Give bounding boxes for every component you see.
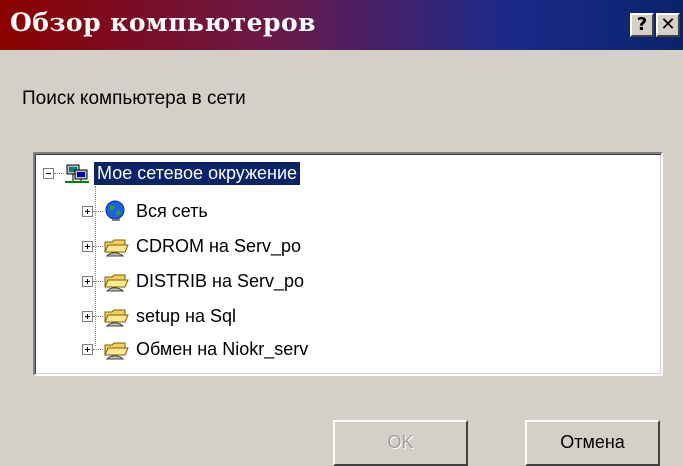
tree-item-label: DISTRIB на Serv_po [136,270,305,291]
tree-item-label: Обмен на Niokr_serv [136,338,309,359]
tree-item-label: Мое сетевое окружение [94,161,301,185]
window-title: Обзор компьютеров [10,8,317,37]
globe-icon [105,200,125,221]
tree-item-label: CDROM на Serv_po [136,235,301,256]
tree-connector [93,245,103,247]
shared-folder-icon [104,342,129,360]
expand-icon[interactable] [82,275,93,287]
collapse-icon[interactable] [43,167,54,179]
shared-folder-icon [104,274,129,292]
shared-folder-icon [104,309,129,327]
browse-computers-dialog: Обзор компьютеров ? ✕ Поиск компьютера в… [0,0,683,466]
expand-icon[interactable] [82,310,93,322]
expand-icon[interactable] [82,205,93,217]
network-tree[interactable]: Мое сетевое окружение Вся сеть CDROM на … [33,152,663,376]
cancel-button[interactable]: Отмена [525,420,660,466]
expand-icon[interactable] [82,343,93,355]
tree-connector [54,172,64,174]
tree-connector [93,210,103,212]
tree-connector [93,348,103,350]
tree-item[interactable]: Обмен на Niokr_serv [82,334,311,364]
search-caption: Поиск компьютера в сети [22,88,246,109]
tree-item-label: Вся сеть [136,200,208,221]
tree-root-item[interactable]: Мое сетевое окружение [43,158,301,188]
tree-item[interactable]: CDROM на Serv_po [82,231,304,261]
help-button[interactable]: ? [630,13,654,37]
tree-item[interactable]: setup на Sql [82,301,239,331]
tree-connector [93,315,103,317]
title-bar[interactable]: Обзор компьютеров ? ✕ [0,0,683,50]
tree-connector [93,280,103,282]
tree-item[interactable]: DISTRIB на Serv_po [82,266,307,296]
tree-item[interactable]: Вся сеть [82,196,211,226]
shared-folder-icon [104,239,129,257]
close-button[interactable]: ✕ [656,13,680,37]
tree-item-label: setup на Sql [136,305,237,326]
expand-icon[interactable] [82,240,93,252]
ok-button[interactable]: OK [333,420,468,466]
network-neighborhood-icon [65,164,89,183]
